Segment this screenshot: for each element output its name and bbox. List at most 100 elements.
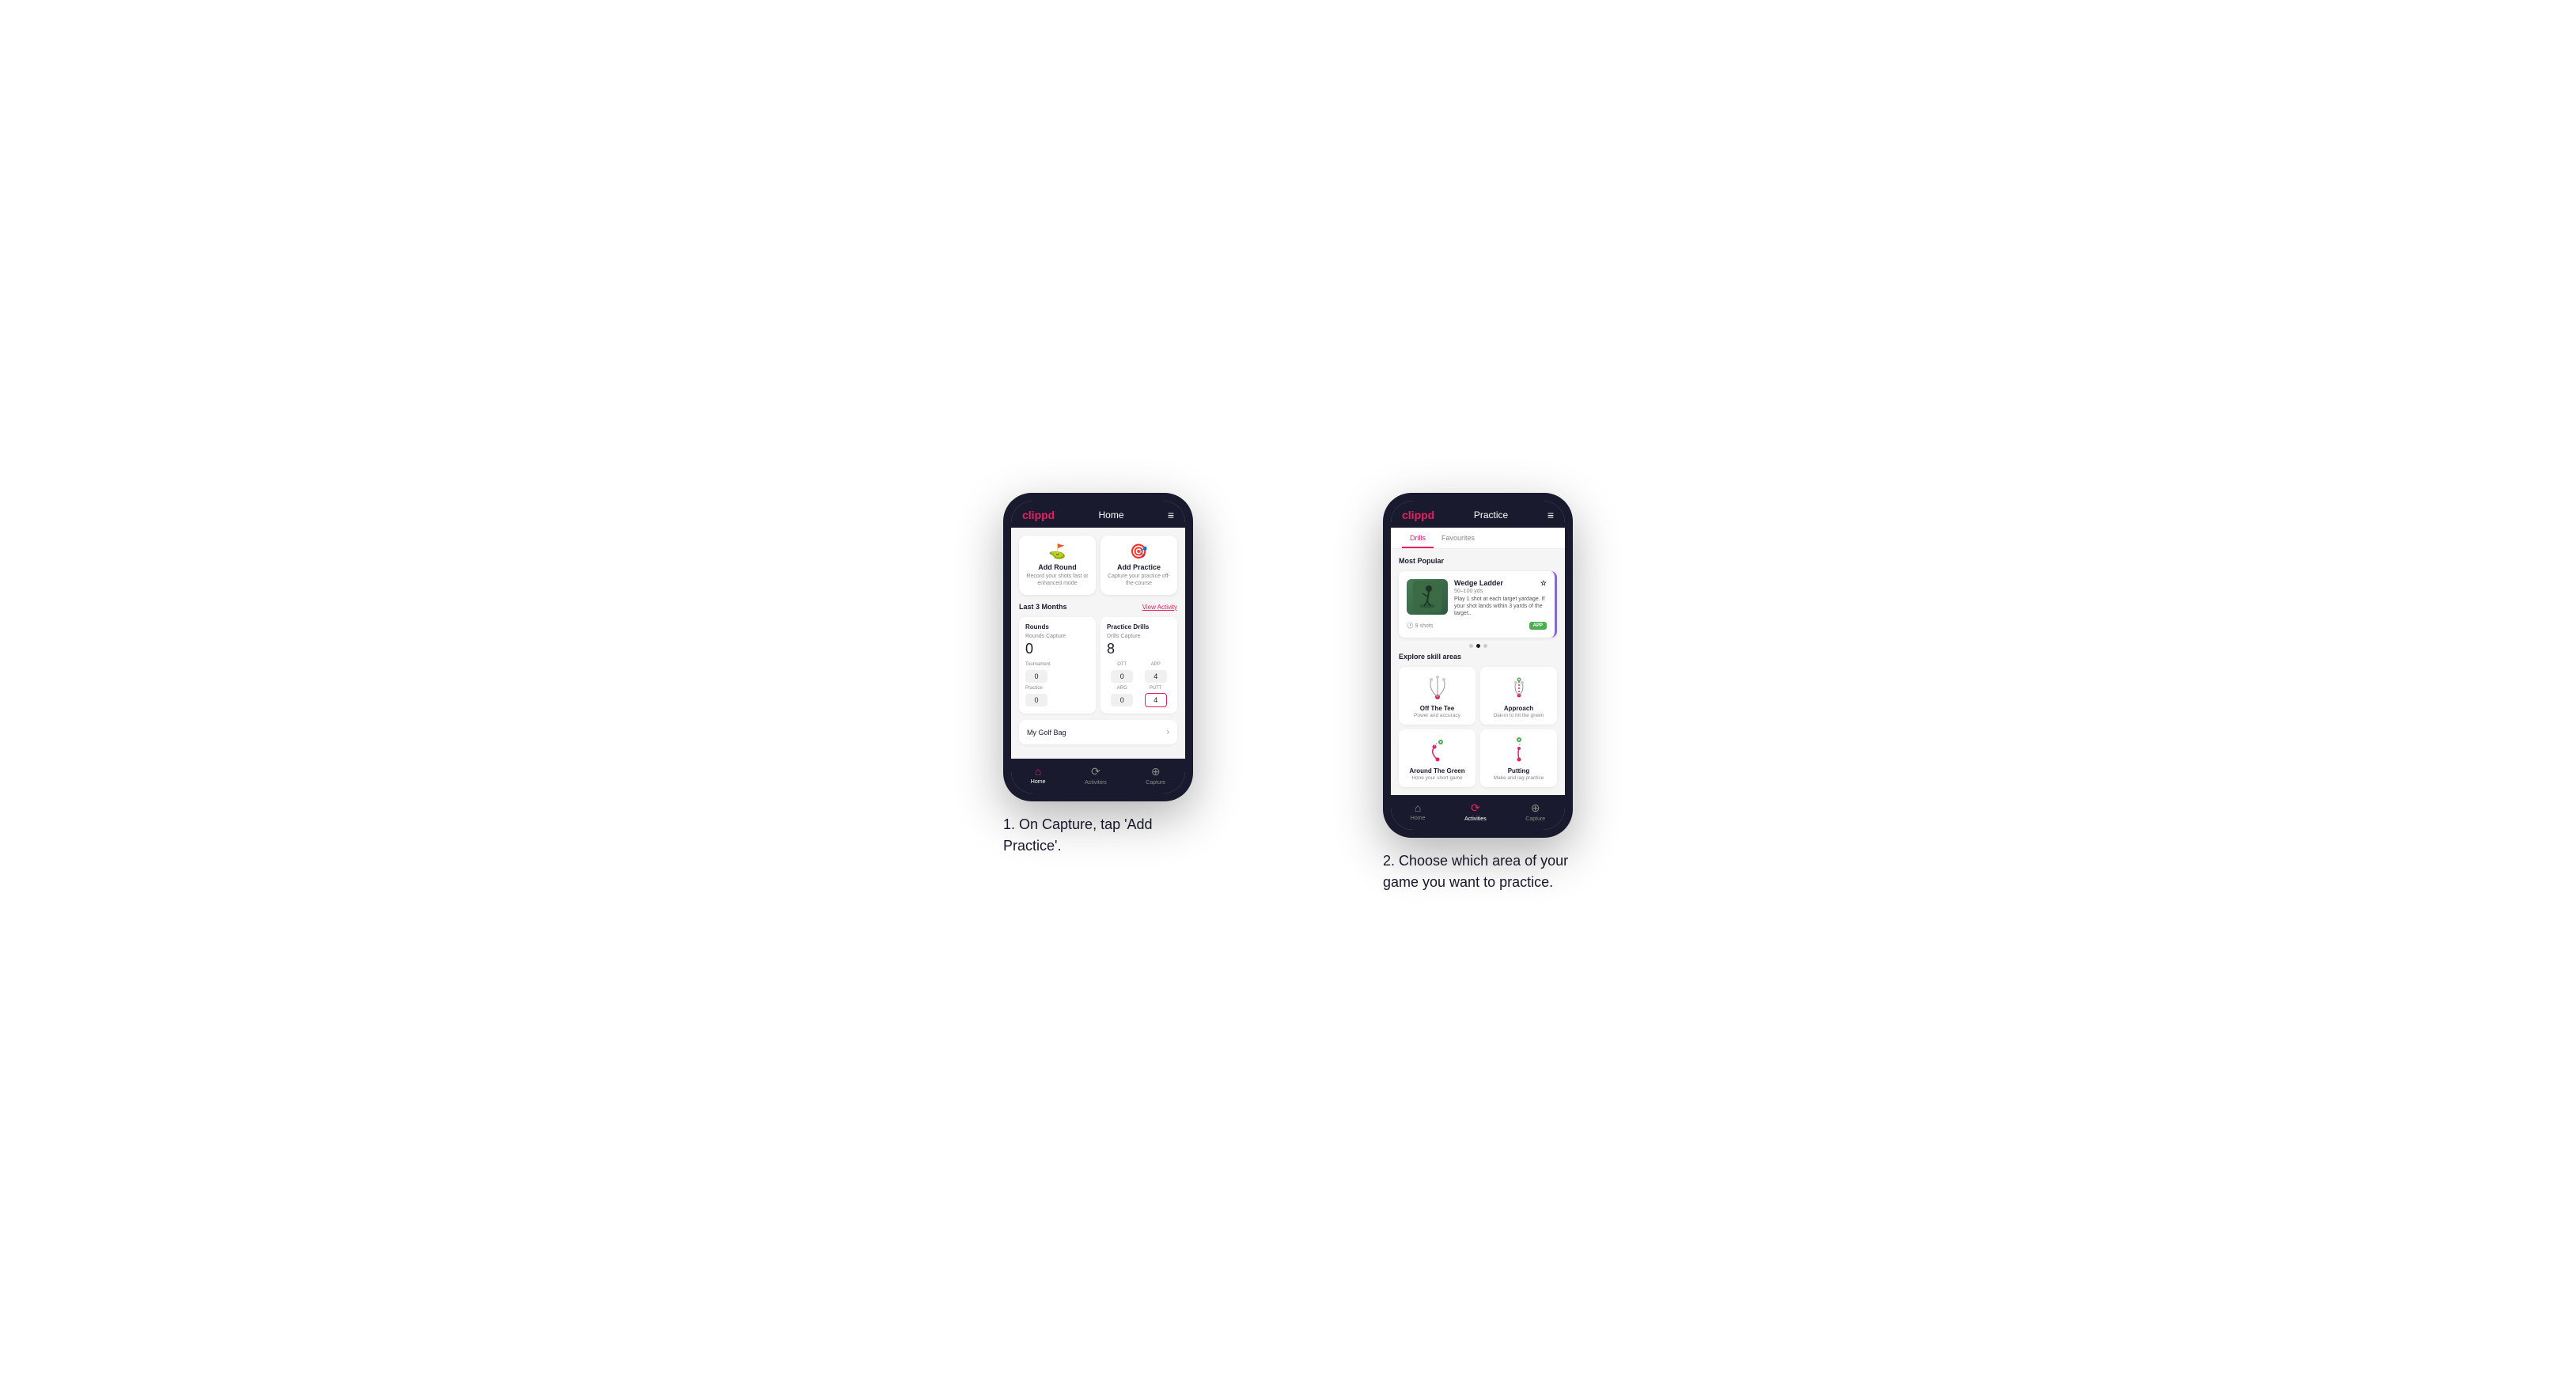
putting-desc: Make and lag practice [1494,775,1544,781]
explore-title: Explore skill areas [1399,653,1557,661]
rounds-capture-value: 0 [1025,641,1089,657]
capture-nav-icon-2: ⊕ [1531,801,1540,815]
app-value: 4 [1145,670,1167,683]
featured-img [1407,579,1448,615]
around-the-green-diagram [1420,736,1455,764]
home-nav-icon-1: ⌂ [1035,765,1041,778]
carousel-dots [1399,644,1557,648]
golf-bag-arrow-icon: › [1167,728,1169,737]
arg-label: ARG [1107,686,1138,691]
activities-nav-icon-1: ⟳ [1091,765,1100,778]
add-round-icon: ⛳ [1048,543,1066,560]
app-badge: APP [1529,622,1547,630]
add-practice-title: Add Practice [1117,563,1161,571]
phone1-frame: clippd Home ≡ ⛳ Add Round Record your sh… [1003,493,1193,801]
home-nav-icon-2: ⌂ [1415,801,1421,814]
add-round-title: Add Round [1038,563,1077,571]
activities-nav-label-1: Activities [1085,780,1107,786]
home-nav-label-2: Home [1411,816,1426,821]
putting-diagram [1502,736,1536,764]
skill-grid: Off The Tee Power and accuracy [1399,667,1557,787]
dot-1 [1469,644,1473,648]
featured-footer: 🕐 9 shots APP [1407,622,1547,630]
dot-3 [1483,644,1487,648]
phone1-section: clippd Home ≡ ⛳ Add Round Record your sh… [932,493,1264,857]
rounds-capture-label: Rounds Capture [1025,634,1089,639]
off-the-tee-diagram [1420,673,1455,702]
off-the-tee-desc: Power and accuracy [1414,713,1460,718]
arg-value: 0 [1111,694,1133,706]
tournament-label: Tournament [1025,662,1089,667]
phone2-header: clippd Practice ≡ [1391,501,1565,528]
phone2-frame: clippd Practice ≡ Drills Favourites Most… [1383,493,1573,838]
add-round-card[interactable]: ⛳ Add Round Record your shots fast or en… [1019,536,1096,595]
view-activity-link[interactable]: View Activity [1142,604,1177,611]
putt-item: PUTT 4 [1141,686,1172,707]
shots-label: 🕐 9 shots [1407,623,1433,629]
approach-name: Approach [1504,705,1533,712]
nav-activities-2[interactable]: ⟳ Activities [1464,801,1487,822]
around-the-green-desc: Hone your short game [1411,775,1462,781]
featured-text: Wedge Ladder ☆ 50–100 yds Play 1 shot at… [1454,579,1547,617]
nav-home-1[interactable]: ⌂ Home [1031,765,1046,786]
drills-sub-grid: OTT 0 APP 4 ARG 0 [1107,662,1171,707]
nav-activities-1[interactable]: ⟳ Activities [1085,765,1107,786]
phone2-bottom-nav: ⌂ Home ⟳ Activities ⊕ Capture [1391,795,1565,830]
nav-capture-1[interactable]: ⊕ Capture [1146,765,1165,786]
nav-home-2[interactable]: ⌂ Home [1411,801,1426,822]
nav-capture-2[interactable]: ⊕ Capture [1525,801,1545,822]
capture-nav-icon-1: ⊕ [1151,765,1161,778]
clippd-logo-2: clippd [1402,509,1434,521]
practice-drills-title: Practice Drills [1107,623,1171,631]
featured-desc: Play 1 shot at each target yardage. If y… [1454,596,1547,617]
phone1-content: ⛳ Add Round Record your shots fast or en… [1011,528,1185,759]
tab-drills[interactable]: Drills [1402,528,1434,548]
star-icon[interactable]: ☆ [1540,579,1547,588]
putt-value: 4 [1145,693,1167,707]
practice-label: Practice [1025,686,1089,691]
last3months-header: Last 3 Months View Activity [1019,603,1177,611]
clippd-logo-1: clippd [1022,509,1055,521]
arg-item: ARG 0 [1107,686,1138,707]
phone1-screen: clippd Home ≡ ⛳ Add Round Record your sh… [1011,501,1185,793]
featured-range: 50–100 yds [1454,589,1547,594]
around-the-green-name: Around The Green [1409,767,1464,774]
putt-label: PUTT [1141,686,1172,691]
skill-putting[interactable]: Putting Make and lag practice [1480,729,1557,787]
tab-favourites[interactable]: Favourites [1434,528,1483,548]
phone1-header: clippd Home ≡ [1011,501,1185,528]
app-item: APP 4 [1141,662,1172,683]
drills-capture-label: Drills Capture [1107,634,1171,639]
home-title: Home [1099,509,1124,521]
practice-drills-box: Practice Drills Drills Capture 8 OTT 0 A… [1100,617,1177,714]
ott-value: 0 [1111,670,1133,683]
skill-approach[interactable]: Approach Dial-in to hit the green [1480,667,1557,725]
drills-capture-value: 8 [1107,641,1171,657]
approach-desc: Dial-in to hit the green [1494,713,1544,718]
skill-off-the-tee[interactable]: Off The Tee Power and accuracy [1399,667,1476,725]
my-golf-bag[interactable]: My Golf Bag › [1019,720,1177,744]
dot-2 [1476,644,1480,648]
app-label: APP [1141,662,1172,667]
stats-grid: Rounds Rounds Capture 0 Tournament 0 Pra… [1019,617,1177,714]
last3months-label: Last 3 Months [1019,603,1067,611]
tabs-row: Drills Favourites [1391,528,1565,549]
featured-card[interactable]: Wedge Ladder ☆ 50–100 yds Play 1 shot at… [1399,571,1557,638]
skill-around-the-green[interactable]: Around The Green Hone your short game [1399,729,1476,787]
phone1-caption: 1. On Capture, tap 'Add Practice'. [1003,814,1193,857]
menu-icon-2[interactable]: ≡ [1547,509,1554,521]
phone2-screen: clippd Practice ≡ Drills Favourites Most… [1391,501,1565,830]
add-round-desc: Record your shots fast or enhanced mode [1025,573,1089,587]
phone1-bottom-nav: ⌂ Home ⟳ Activities ⊕ Capture [1011,759,1185,793]
menu-icon-1[interactable]: ≡ [1168,509,1174,521]
capture-nav-label-2: Capture [1525,816,1545,822]
practice-title: Practice [1474,509,1508,521]
featured-name: Wedge Ladder ☆ [1454,579,1547,588]
approach-diagram [1502,673,1536,702]
page-container: clippd Home ≡ ⛳ Add Round Record your sh… [932,493,1644,893]
featured-card-inner: Wedge Ladder ☆ 50–100 yds Play 1 shot at… [1407,579,1547,617]
putting-name: Putting [1508,767,1530,774]
add-practice-card[interactable]: 🎯 Add Practice Capture your practice off… [1100,536,1177,595]
phone2-caption: 2. Choose which area of your game you wa… [1383,850,1573,893]
rounds-title: Rounds [1025,623,1089,631]
